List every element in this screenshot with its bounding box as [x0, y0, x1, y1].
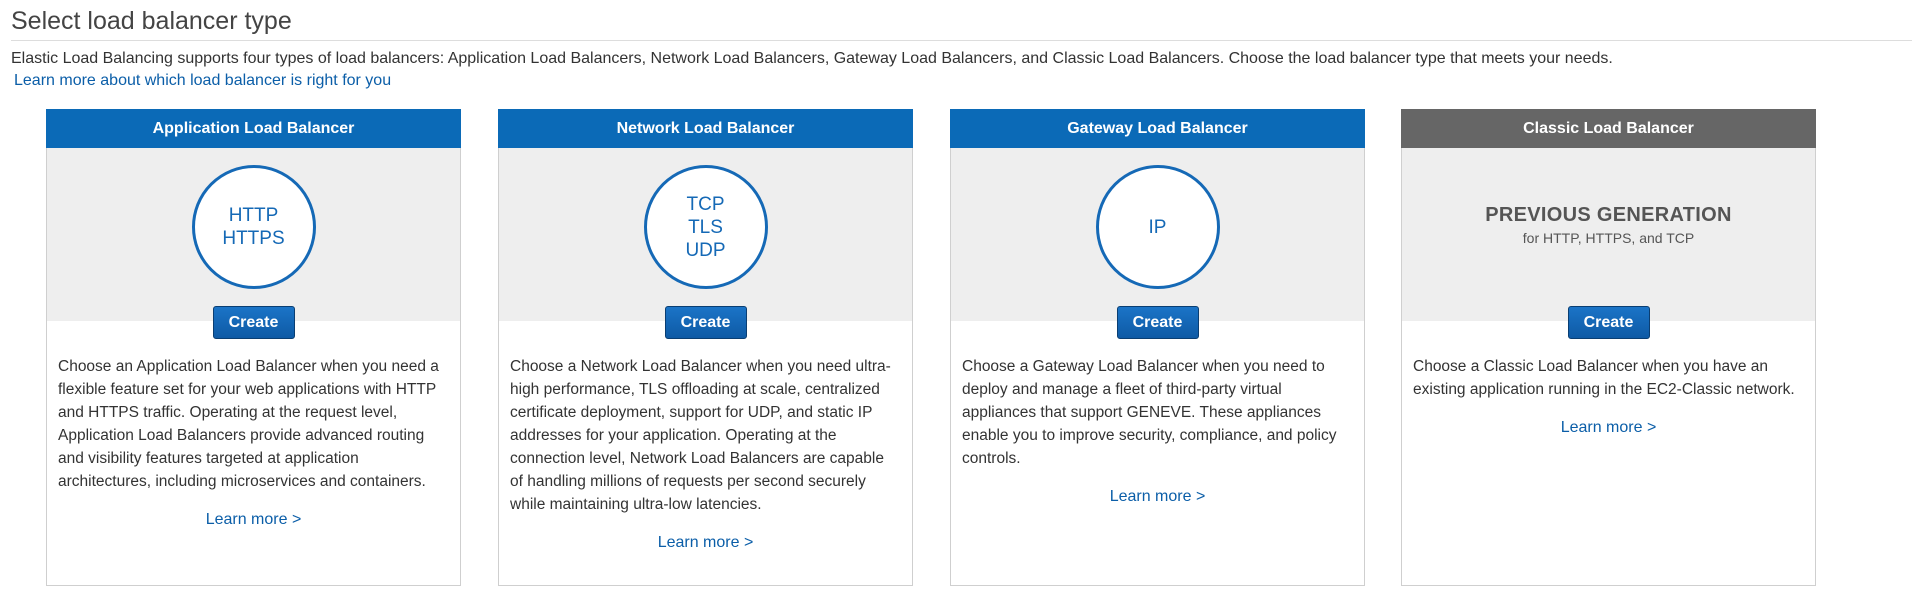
- protocol-label: IP: [1148, 216, 1167, 238]
- create-classic-load-balancer-button[interactable]: Create: [1567, 306, 1650, 339]
- card-gateway-load-balancer: Gateway Load Balancer IP Create Choose a…: [950, 109, 1365, 586]
- create-application-load-balancer-button[interactable]: Create: [212, 306, 295, 339]
- card-header-title: Network Load Balancer: [498, 109, 913, 148]
- card-network-load-balancer: Network Load Balancer TCP TLS UDP Create…: [498, 109, 913, 586]
- protocol-circle: IP: [1095, 165, 1220, 289]
- previous-generation-subtitle: for HTTP, HTTPS, and TCP: [1522, 230, 1695, 246]
- protocol-label: TCP: [686, 193, 725, 215]
- card-visual: HTTP HTTPS Create: [47, 148, 460, 339]
- page-title: Select load balancer type: [11, 7, 292, 35]
- create-network-load-balancer-button[interactable]: Create: [664, 306, 747, 339]
- card-header-title: Application Load Balancer: [46, 109, 461, 148]
- load-balancer-type-page: Select load balancer type Elastic Load B…: [11, 0, 1912, 612]
- card-description: Choose an Application Load Balancer when…: [58, 358, 439, 490]
- card-body: Choose a Gateway Load Balancer when you …: [951, 321, 1364, 507]
- card-description: Choose a Classic Load Balancer when you …: [1413, 358, 1795, 398]
- card-visual: TCP TLS UDP Create: [499, 148, 912, 339]
- card-visual: PREVIOUS GENERATION for HTTP, HTTPS, and…: [1402, 148, 1815, 339]
- intro-text: Elastic Load Balancing supports four typ…: [11, 50, 1613, 67]
- card-description: Choose a Network Load Balancer when you …: [510, 358, 891, 513]
- protocol-label: UDP: [685, 239, 726, 261]
- protocol-circle: HTTP HTTPS: [191, 165, 316, 289]
- card-body: Choose an Application Load Balancer when…: [47, 321, 460, 530]
- card-application-load-balancer: Application Load Balancer HTTP HTTPS Cre…: [46, 109, 461, 586]
- title-divider: [11, 40, 1912, 41]
- load-balancer-cards: Application Load Balancer HTTP HTTPS Cre…: [46, 109, 1856, 587]
- learn-more-which-link[interactable]: Learn more about which load balancer is …: [14, 71, 391, 91]
- learn-more-application-link[interactable]: Learn more >: [58, 510, 449, 530]
- card-classic-load-balancer: Classic Load Balancer PREVIOUS GENERATIO…: [1401, 109, 1816, 586]
- card-header-title: Gateway Load Balancer: [950, 109, 1365, 148]
- protocol-label: HTTP: [228, 205, 279, 226]
- learn-more-gateway-link[interactable]: Learn more >: [962, 487, 1353, 507]
- protocol-label: HTTPS: [222, 228, 285, 249]
- protocol-circle: TCP TLS UDP: [643, 165, 768, 289]
- learn-more-classic-link[interactable]: Learn more >: [1413, 418, 1804, 438]
- learn-more-network-link[interactable]: Learn more >: [510, 533, 901, 553]
- card-body: Choose a Network Load Balancer when you …: [499, 321, 912, 553]
- previous-generation-badge: PREVIOUS GENERATION for HTTP, HTTPS, and…: [1402, 203, 1815, 247]
- card-header-title: Classic Load Balancer: [1401, 109, 1816, 148]
- card-visual: IP Create: [951, 148, 1364, 339]
- protocol-label: TLS: [688, 216, 723, 238]
- card-description: Choose a Gateway Load Balancer when you …: [962, 358, 1337, 467]
- previous-generation-title: PREVIOUS GENERATION: [1485, 204, 1732, 226]
- create-gateway-load-balancer-button[interactable]: Create: [1116, 306, 1199, 339]
